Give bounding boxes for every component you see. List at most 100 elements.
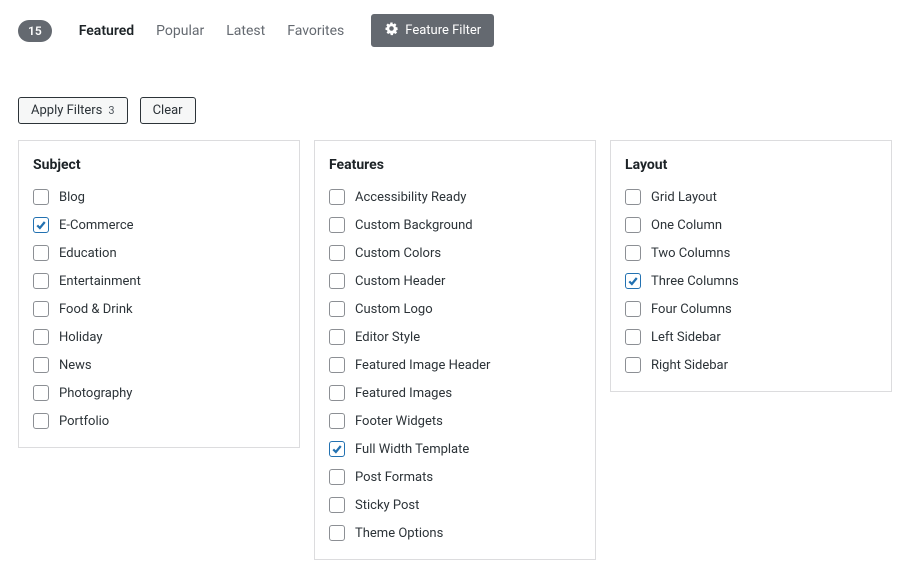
filter-option[interactable]: Food & Drink: [33, 301, 285, 317]
filter-option[interactable]: Custom Logo: [329, 301, 581, 317]
filter-option-label: Education: [59, 246, 117, 261]
checkbox[interactable]: [33, 413, 49, 429]
filter-option[interactable]: Editor Style: [329, 329, 581, 345]
filter-option[interactable]: Theme Options: [329, 525, 581, 541]
filter-box-subject: Subject Blog E-Commerce Education Entertainm…: [18, 140, 300, 448]
gear-icon: [384, 21, 399, 40]
checkbox[interactable]: [329, 329, 345, 345]
filter-option-label: Accessibility Ready: [355, 190, 466, 205]
feature-filter-button[interactable]: Feature Filter: [371, 14, 494, 47]
filter-option[interactable]: Accessibility Ready: [329, 189, 581, 205]
filter-option-label: Three Columns: [651, 274, 739, 289]
checkbox[interactable]: [329, 525, 345, 541]
checkbox[interactable]: [33, 301, 49, 317]
filter-option-label: Entertainment: [59, 274, 141, 289]
filter-option[interactable]: E-Commerce: [33, 217, 285, 233]
filter-actions: Apply Filters 3 Clear: [18, 97, 894, 124]
checkbox[interactable]: [329, 497, 345, 513]
filter-option[interactable]: Custom Colors: [329, 245, 581, 261]
checkbox[interactable]: [329, 441, 345, 457]
tab-popular[interactable]: Popular: [147, 19, 213, 43]
checkbox[interactable]: [329, 357, 345, 373]
filter-option-label: Food & Drink: [59, 302, 133, 317]
filter-option-label: News: [59, 358, 92, 373]
filter-option[interactable]: Portfolio: [33, 413, 285, 429]
filter-option[interactable]: Photography: [33, 385, 285, 401]
apply-filters-count: 3: [108, 104, 114, 117]
checkbox[interactable]: [33, 245, 49, 261]
filter-option[interactable]: Featured Images: [329, 385, 581, 401]
checkbox[interactable]: [329, 217, 345, 233]
filter-box-title: Features: [329, 157, 581, 173]
filter-option-label: Blog: [59, 190, 85, 205]
filter-option[interactable]: Entertainment: [33, 273, 285, 289]
checkbox[interactable]: [33, 329, 49, 345]
filter-option[interactable]: Four Columns: [625, 301, 877, 317]
checkbox[interactable]: [625, 357, 641, 373]
checkbox[interactable]: [33, 357, 49, 373]
clear-button[interactable]: Clear: [140, 97, 196, 124]
tab-latest[interactable]: Latest: [217, 19, 274, 43]
filter-grid: Subject Blog E-Commerce Education Entertainm…: [18, 140, 894, 560]
checkbox[interactable]: [329, 189, 345, 205]
filter-option[interactable]: Right Sidebar: [625, 357, 877, 373]
filter-option[interactable]: Full Width Template: [329, 441, 581, 457]
filter-option[interactable]: Custom Background: [329, 217, 581, 233]
filter-box-title: Layout: [625, 157, 877, 173]
checkbox[interactable]: [329, 301, 345, 317]
checkbox[interactable]: [33, 273, 49, 289]
filter-option-label: Featured Images: [355, 386, 452, 401]
filter-option[interactable]: Featured Image Header: [329, 357, 581, 373]
apply-filters-label: Apply Filters: [31, 103, 102, 118]
checkbox[interactable]: [33, 385, 49, 401]
checkbox[interactable]: [329, 245, 345, 261]
filter-option-label: Custom Colors: [355, 246, 441, 261]
filter-option[interactable]: Left Sidebar: [625, 329, 877, 345]
filter-option-label: Photography: [59, 386, 132, 401]
filter-option[interactable]: Holiday: [33, 329, 285, 345]
filter-option[interactable]: Blog: [33, 189, 285, 205]
checkbox[interactable]: [329, 273, 345, 289]
filter-option-label: Grid Layout: [651, 190, 717, 205]
feature-filter-label: Feature Filter: [405, 23, 481, 38]
theme-count-pill: 15: [18, 20, 52, 42]
filter-option-label: Two Columns: [651, 246, 730, 261]
checkbox[interactable]: [625, 273, 641, 289]
filter-option[interactable]: Custom Header: [329, 273, 581, 289]
filter-option[interactable]: Education: [33, 245, 285, 261]
checkbox[interactable]: [329, 413, 345, 429]
checkbox[interactable]: [33, 189, 49, 205]
filter-option-label: Left Sidebar: [651, 330, 721, 345]
filter-option-label: Theme Options: [355, 526, 443, 541]
checkbox[interactable]: [329, 469, 345, 485]
filter-option[interactable]: Sticky Post: [329, 497, 581, 513]
filter-option[interactable]: Three Columns: [625, 273, 877, 289]
checkbox[interactable]: [625, 245, 641, 261]
tab-favorites[interactable]: Favorites: [278, 19, 353, 43]
checkbox[interactable]: [625, 301, 641, 317]
filter-option-label: E-Commerce: [59, 218, 134, 233]
checkbox[interactable]: [625, 329, 641, 345]
filter-option-label: Featured Image Header: [355, 358, 490, 373]
filter-option[interactable]: Post Formats: [329, 469, 581, 485]
filter-option-label: Full Width Template: [355, 442, 469, 457]
checkbox[interactable]: [33, 217, 49, 233]
checkbox[interactable]: [625, 189, 641, 205]
checkbox[interactable]: [625, 217, 641, 233]
apply-filters-button[interactable]: Apply Filters 3: [18, 97, 128, 124]
filter-option[interactable]: Grid Layout: [625, 189, 877, 205]
filter-option[interactable]: One Column: [625, 217, 877, 233]
filter-tabs: 15 Featured Popular Latest Favorites Fea…: [18, 14, 894, 47]
filter-option-label: Editor Style: [355, 330, 420, 345]
filter-option[interactable]: News: [33, 357, 285, 373]
tab-featured[interactable]: Featured: [70, 19, 143, 43]
filter-option-label: Right Sidebar: [651, 358, 728, 373]
checkbox[interactable]: [329, 385, 345, 401]
filter-option-label: One Column: [651, 218, 722, 233]
filter-option-label: Custom Header: [355, 274, 445, 289]
filter-option[interactable]: Two Columns: [625, 245, 877, 261]
filter-option-label: Custom Background: [355, 218, 473, 233]
filter-box-layout: Layout Grid Layout One Column Two Columns Th…: [610, 140, 892, 392]
filter-option[interactable]: Footer Widgets: [329, 413, 581, 429]
filter-box-title: Subject: [33, 157, 285, 173]
